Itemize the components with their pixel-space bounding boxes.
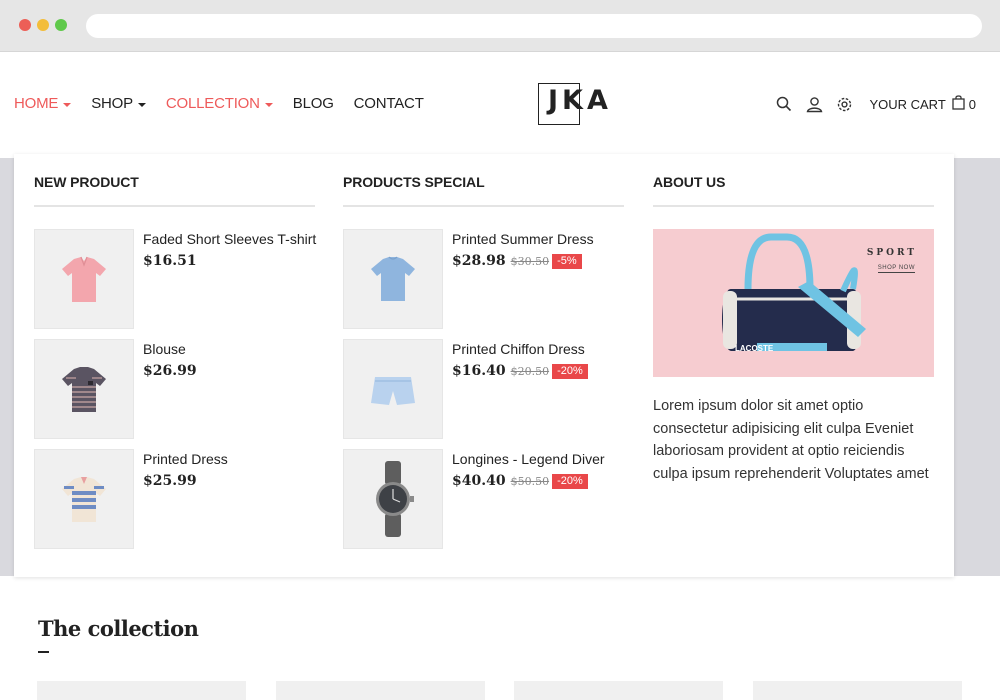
window-maximize-dot[interactable] [55,19,67,31]
product-price: $40.40 [452,473,506,489]
main-nav: HOME SHOP COLLECTION BLOG CONTACT [14,95,444,112]
site-logo[interactable]: JKA [538,82,608,126]
striped-tee-image [62,367,106,412]
collection-card[interactable] [753,681,962,700]
chevron-down-icon [63,102,72,107]
old-price: $30.50 [510,254,550,268]
product-thumbnail[interactable] [34,339,134,439]
price-row: $16.40 $20.50 -20% [452,363,588,379]
banner-brand: LACOSTE [735,344,774,353]
bag-icon [952,95,965,113]
price-row: $26.99 [143,363,197,379]
product-price: $25.99 [143,473,197,489]
nav-item-label: COLLECTION [165,95,260,112]
nav-item-label: HOME [14,95,59,112]
product-price: $16.51 [143,253,197,269]
chevron-down-icon [137,102,146,107]
header-tools: YOUR CART 0 [763,95,976,113]
collection-card[interactable] [37,681,246,700]
price-row: $16.51 [143,253,197,269]
user-icon[interactable] [805,95,823,113]
product-name[interactable]: Blouse [143,341,186,357]
collection-card[interactable] [276,681,485,700]
product-price: $28.98 [452,253,506,269]
title-underline [38,651,49,653]
price-row: $28.98 $30.50 -5% [452,253,582,269]
product-name[interactable]: Faded Short Sleeves T-shirt [143,231,316,247]
blue-tee-image [371,256,415,301]
cart-button[interactable]: YOUR CART 0 [869,95,976,113]
browser-chrome [0,0,1000,52]
product-price: $16.40 [452,363,506,379]
watch-image [376,461,414,537]
column-title: PRODUCTS SPECIAL [343,174,485,190]
column-title: ABOUT US [653,174,726,190]
nav-item-shop[interactable]: SHOP [91,95,146,112]
product-name[interactable]: Printed Summer Dress [452,231,594,247]
nav-item-label: BLOG [292,95,334,112]
discount-badge: -5% [552,253,582,269]
price-row: $25.99 [143,473,197,489]
product-thumbnail[interactable] [343,339,443,439]
product-name[interactable]: Longines - Legend Diver [452,451,605,467]
shop-now-link[interactable]: SHOP NOW [877,265,915,273]
cart-label: YOUR CART [869,96,946,112]
sport-banner[interactable]: LACOSTE SPORT SHOP NOW [653,229,934,377]
product-price: $26.99 [143,363,197,379]
product-item[interactable]: Printed Dress $25.99 [34,449,315,549]
window-minimize-dot[interactable] [37,19,49,31]
old-price: $50.50 [510,474,550,488]
discount-badge: -20% [552,363,588,379]
search-icon[interactable] [775,95,793,113]
product-thumbnail[interactable] [34,449,134,549]
product-thumbnail[interactable] [34,229,134,329]
product-item[interactable]: Printed Chiffon Dress $16.40 $20.50 -20% [343,339,624,439]
price-row: $40.40 $50.50 -20% [452,473,588,489]
product-name[interactable]: Printed Dress [143,451,228,467]
product-name[interactable]: Printed Chiffon Dress [452,341,585,357]
pink-polo-image [62,256,106,302]
striped-polo-image [62,477,106,522]
product-thumbnail[interactable] [343,229,443,329]
collection-card[interactable] [514,681,723,700]
nav-item-label: SHOP [91,95,133,112]
nav-item-collection[interactable]: COLLECTION [166,95,273,112]
nav-item-label: CONTACT [353,95,424,112]
old-price: $20.50 [510,364,550,378]
chevron-down-icon [264,102,273,107]
mega-menu: NEW PRODUCT Faded Short Sleeves T-shirt … [14,154,954,577]
shorts-image [371,377,415,405]
nav-item-home[interactable]: HOME [14,95,72,112]
divider [343,205,624,207]
product-thumbnail[interactable] [343,449,443,549]
site-header: HOME SHOP COLLECTION BLOG CONTACT JKA YO… [0,53,1000,158]
discount-badge: -20% [552,473,588,489]
window-close-dot[interactable] [19,19,31,31]
nav-item-blog[interactable]: BLOG [293,95,334,112]
about-text: Lorem ipsum dolor sit amet optio consect… [653,398,929,482]
collection-title: The collection [38,616,199,641]
banner-heading: SPORT [866,248,917,258]
product-item[interactable]: Printed Summer Dress $28.98 $30.50 -5% [343,229,624,329]
logo-text: JKA [548,85,612,116]
divider [653,205,934,207]
divider [34,205,315,207]
product-item[interactable]: Faded Short Sleeves T-shirt $16.51 [34,229,316,329]
gear-icon[interactable] [835,95,853,113]
address-bar[interactable] [86,14,982,38]
cart-count: 0 [968,96,976,112]
column-title: NEW PRODUCT [34,174,139,190]
product-item[interactable]: Blouse $26.99 [34,339,315,439]
product-item[interactable]: Longines - Legend Diver $40.40 $50.50 -2… [343,449,624,549]
nav-item-contact[interactable]: CONTACT [354,95,424,112]
